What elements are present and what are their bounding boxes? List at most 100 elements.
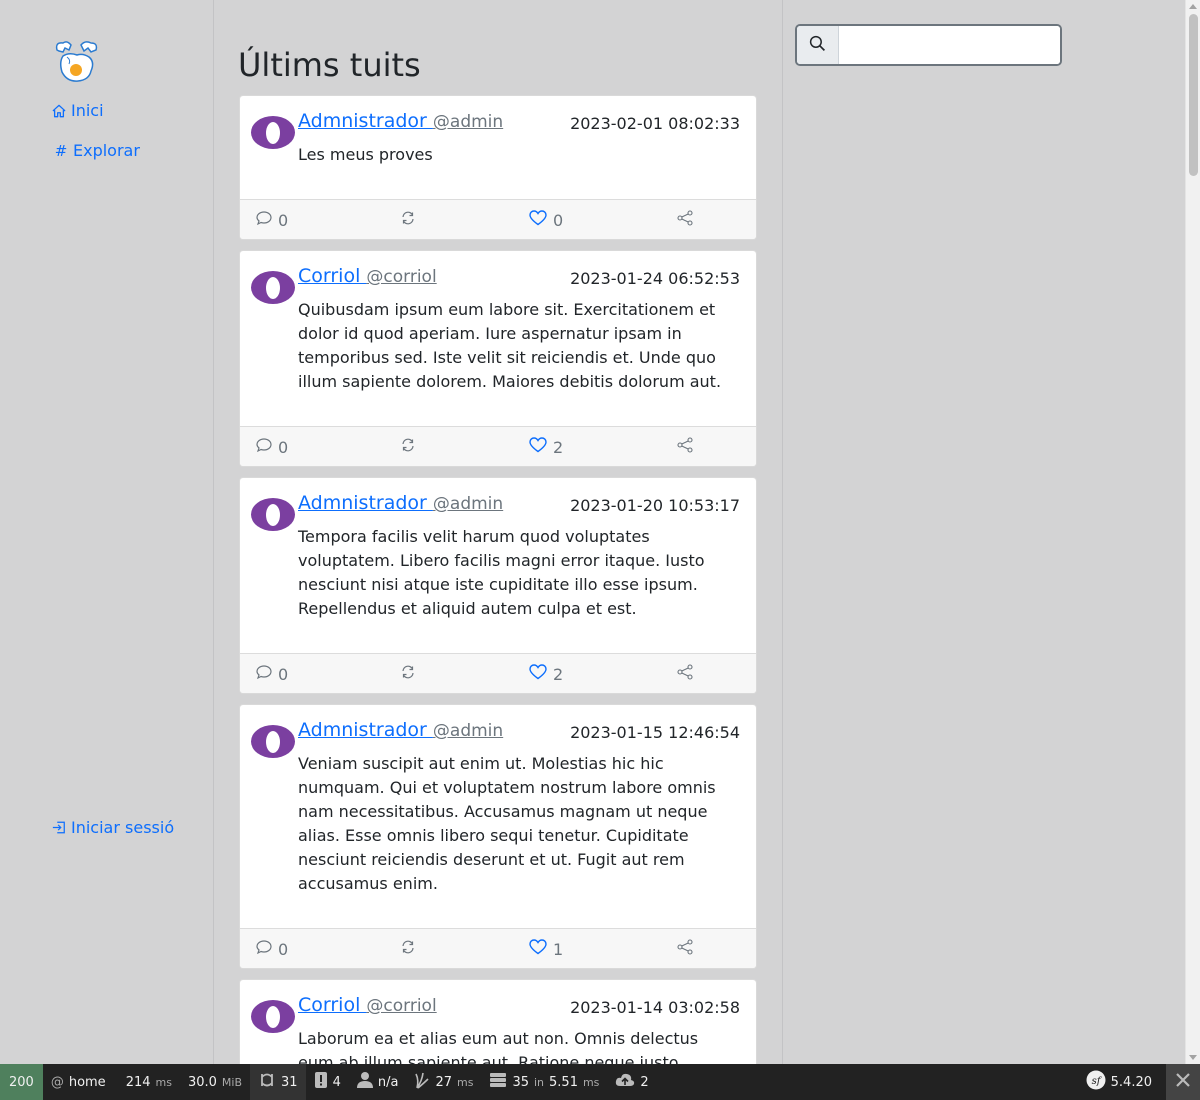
login-link[interactable]: Iniciar sessió <box>52 818 174 837</box>
login-icon <box>52 821 66 835</box>
author-link[interactable]: Corriol <box>298 994 366 1016</box>
like-button[interactable]: 2 <box>529 437 563 457</box>
uploads-panel[interactable]: 2 <box>607 1064 656 1100</box>
tweet-header: Admnistrador @admin <box>298 492 503 514</box>
tweet-date: 2023-01-14 03:02:58 <box>570 998 740 1017</box>
author-handle[interactable]: @corriol <box>366 996 436 1016</box>
tweet-card: Corriol @corriol 2023-01-14 03:02:58 Lab… <box>239 979 757 1064</box>
author-link[interactable]: Admnistrador <box>298 719 433 741</box>
symfony-version-panel[interactable]: sf 5.4.20 <box>1078 1064 1160 1100</box>
tweet-date: 2023-01-20 10:53:17 <box>570 496 740 515</box>
comment-button[interactable]: 0 <box>256 664 288 684</box>
comment-icon <box>256 210 272 230</box>
time-value: 214 <box>125 1074 151 1090</box>
like-count: 1 <box>553 939 564 959</box>
avatar[interactable] <box>250 115 296 150</box>
author-link[interactable]: Corriol <box>298 265 366 287</box>
route-at-symbol: @ <box>50 1074 64 1090</box>
twig-unit: ms <box>456 1075 474 1089</box>
home-icon <box>52 104 66 118</box>
comment-button[interactable]: 0 <box>256 210 288 230</box>
retweet-button[interactable] <box>400 664 416 684</box>
like-button[interactable]: 2 <box>529 664 563 684</box>
like-button[interactable]: 1 <box>529 939 563 959</box>
memory-panel[interactable]: 30.0 MiB <box>180 1064 250 1100</box>
scroll-up-arrow-icon[interactable] <box>1189 4 1197 9</box>
symfony-version: 5.4.20 <box>1110 1074 1152 1090</box>
comment-button[interactable]: 0 <box>256 437 288 457</box>
tweet-header: Corriol @corriol <box>298 265 437 287</box>
time-panel[interactable]: 214 ms <box>114 1064 180 1100</box>
retweet-button[interactable] <box>400 437 416 457</box>
author-handle[interactable]: @admin <box>433 721 503 741</box>
share-button[interactable] <box>677 437 693 457</box>
author-handle[interactable]: @admin <box>433 494 503 514</box>
database-panel[interactable]: 35 in 5.51 ms <box>481 1064 607 1100</box>
tweet-actions: 0 2 <box>240 653 756 693</box>
tweet-text: Les meus proves <box>298 145 433 164</box>
cloud-upload-icon <box>615 1071 635 1093</box>
comment-icon <box>256 664 272 684</box>
like-button[interactable]: 0 <box>529 210 563 230</box>
scroll-down-arrow-icon[interactable] <box>1189 1055 1197 1060</box>
share-icon <box>677 210 693 230</box>
retweet-button[interactable] <box>400 939 416 959</box>
tweet-text: Tempora facilis velit harum quod volupta… <box>298 527 705 618</box>
logs-panel[interactable]: 4 <box>306 1064 349 1100</box>
tweet-card: Admnistrador @admin 2023-01-15 12:46:54 … <box>239 704 757 969</box>
retweet-button[interactable] <box>400 210 416 230</box>
comment-count: 0 <box>278 210 289 230</box>
page-title: Últims tuits <box>238 46 421 84</box>
share-button[interactable] <box>677 210 693 230</box>
search-button[interactable] <box>797 26 839 64</box>
comment-count: 0 <box>278 939 289 959</box>
tweet-date: 2023-02-01 08:02:33 <box>570 114 740 133</box>
like-count: 2 <box>553 437 564 457</box>
symfony-logo-icon: sf <box>1086 1070 1106 1094</box>
security-panel[interactable]: n/a <box>349 1064 407 1100</box>
db-in: in <box>533 1075 545 1089</box>
status-code-badge[interactable]: 200 <box>0 1064 43 1100</box>
time-unit: ms <box>155 1075 172 1089</box>
search-input[interactable] <box>839 26 1060 64</box>
nav-home-link[interactable]: Inici <box>52 101 104 120</box>
twig-icon <box>414 1071 430 1093</box>
comment-button[interactable]: 0 <box>256 939 288 959</box>
author-handle[interactable]: @corriol <box>366 267 436 287</box>
avatar[interactable] <box>250 999 296 1034</box>
tweet-actions: 0 2 <box>240 426 756 466</box>
tweet-text: Quibusdam ipsum eum labore sit. Exercita… <box>298 300 722 391</box>
route-name: home <box>68 1074 106 1090</box>
twig-time: 27 <box>435 1074 452 1090</box>
author-link[interactable]: Admnistrador <box>298 110 433 132</box>
comment-count: 0 <box>278 664 289 684</box>
close-toolbar-button[interactable] <box>1166 1064 1200 1100</box>
tweet-text: Laborum ea et alias eum aut non. Omnis d… <box>298 1029 699 1064</box>
scroll-thumb[interactable] <box>1189 14 1198 176</box>
tweet-header: Admnistrador @admin <box>298 719 503 741</box>
heart-icon <box>529 939 547 959</box>
requests-count: 31 <box>281 1074 298 1090</box>
twig-panel[interactable]: 27 ms <box>406 1064 481 1100</box>
database-icon <box>489 1071 507 1093</box>
author-link[interactable]: Admnistrador <box>298 492 433 514</box>
avatar[interactable] <box>250 497 296 532</box>
retweet-icon <box>400 210 416 230</box>
route-panel[interactable]: @ home <box>43 1064 114 1100</box>
nav-explore-link[interactable]: # Explorar <box>54 141 140 160</box>
db-unit: ms <box>582 1075 600 1089</box>
requests-panel[interactable]: 31 <box>250 1064 306 1100</box>
fried-egg-logo-icon[interactable] <box>53 40 99 84</box>
page-scrollbar[interactable] <box>1185 0 1200 1064</box>
share-button[interactable] <box>677 939 693 959</box>
avatar[interactable] <box>250 270 296 305</box>
share-icon <box>677 437 693 457</box>
share-button[interactable] <box>677 664 693 684</box>
db-queries: 35 <box>512 1074 529 1090</box>
requests-icon <box>258 1071 276 1093</box>
close-icon <box>1175 1072 1191 1092</box>
avatar[interactable] <box>250 724 296 759</box>
tweet-date: 2023-01-24 06:52:53 <box>570 269 740 288</box>
author-handle[interactable]: @admin <box>433 112 503 132</box>
comment-icon <box>256 437 272 457</box>
